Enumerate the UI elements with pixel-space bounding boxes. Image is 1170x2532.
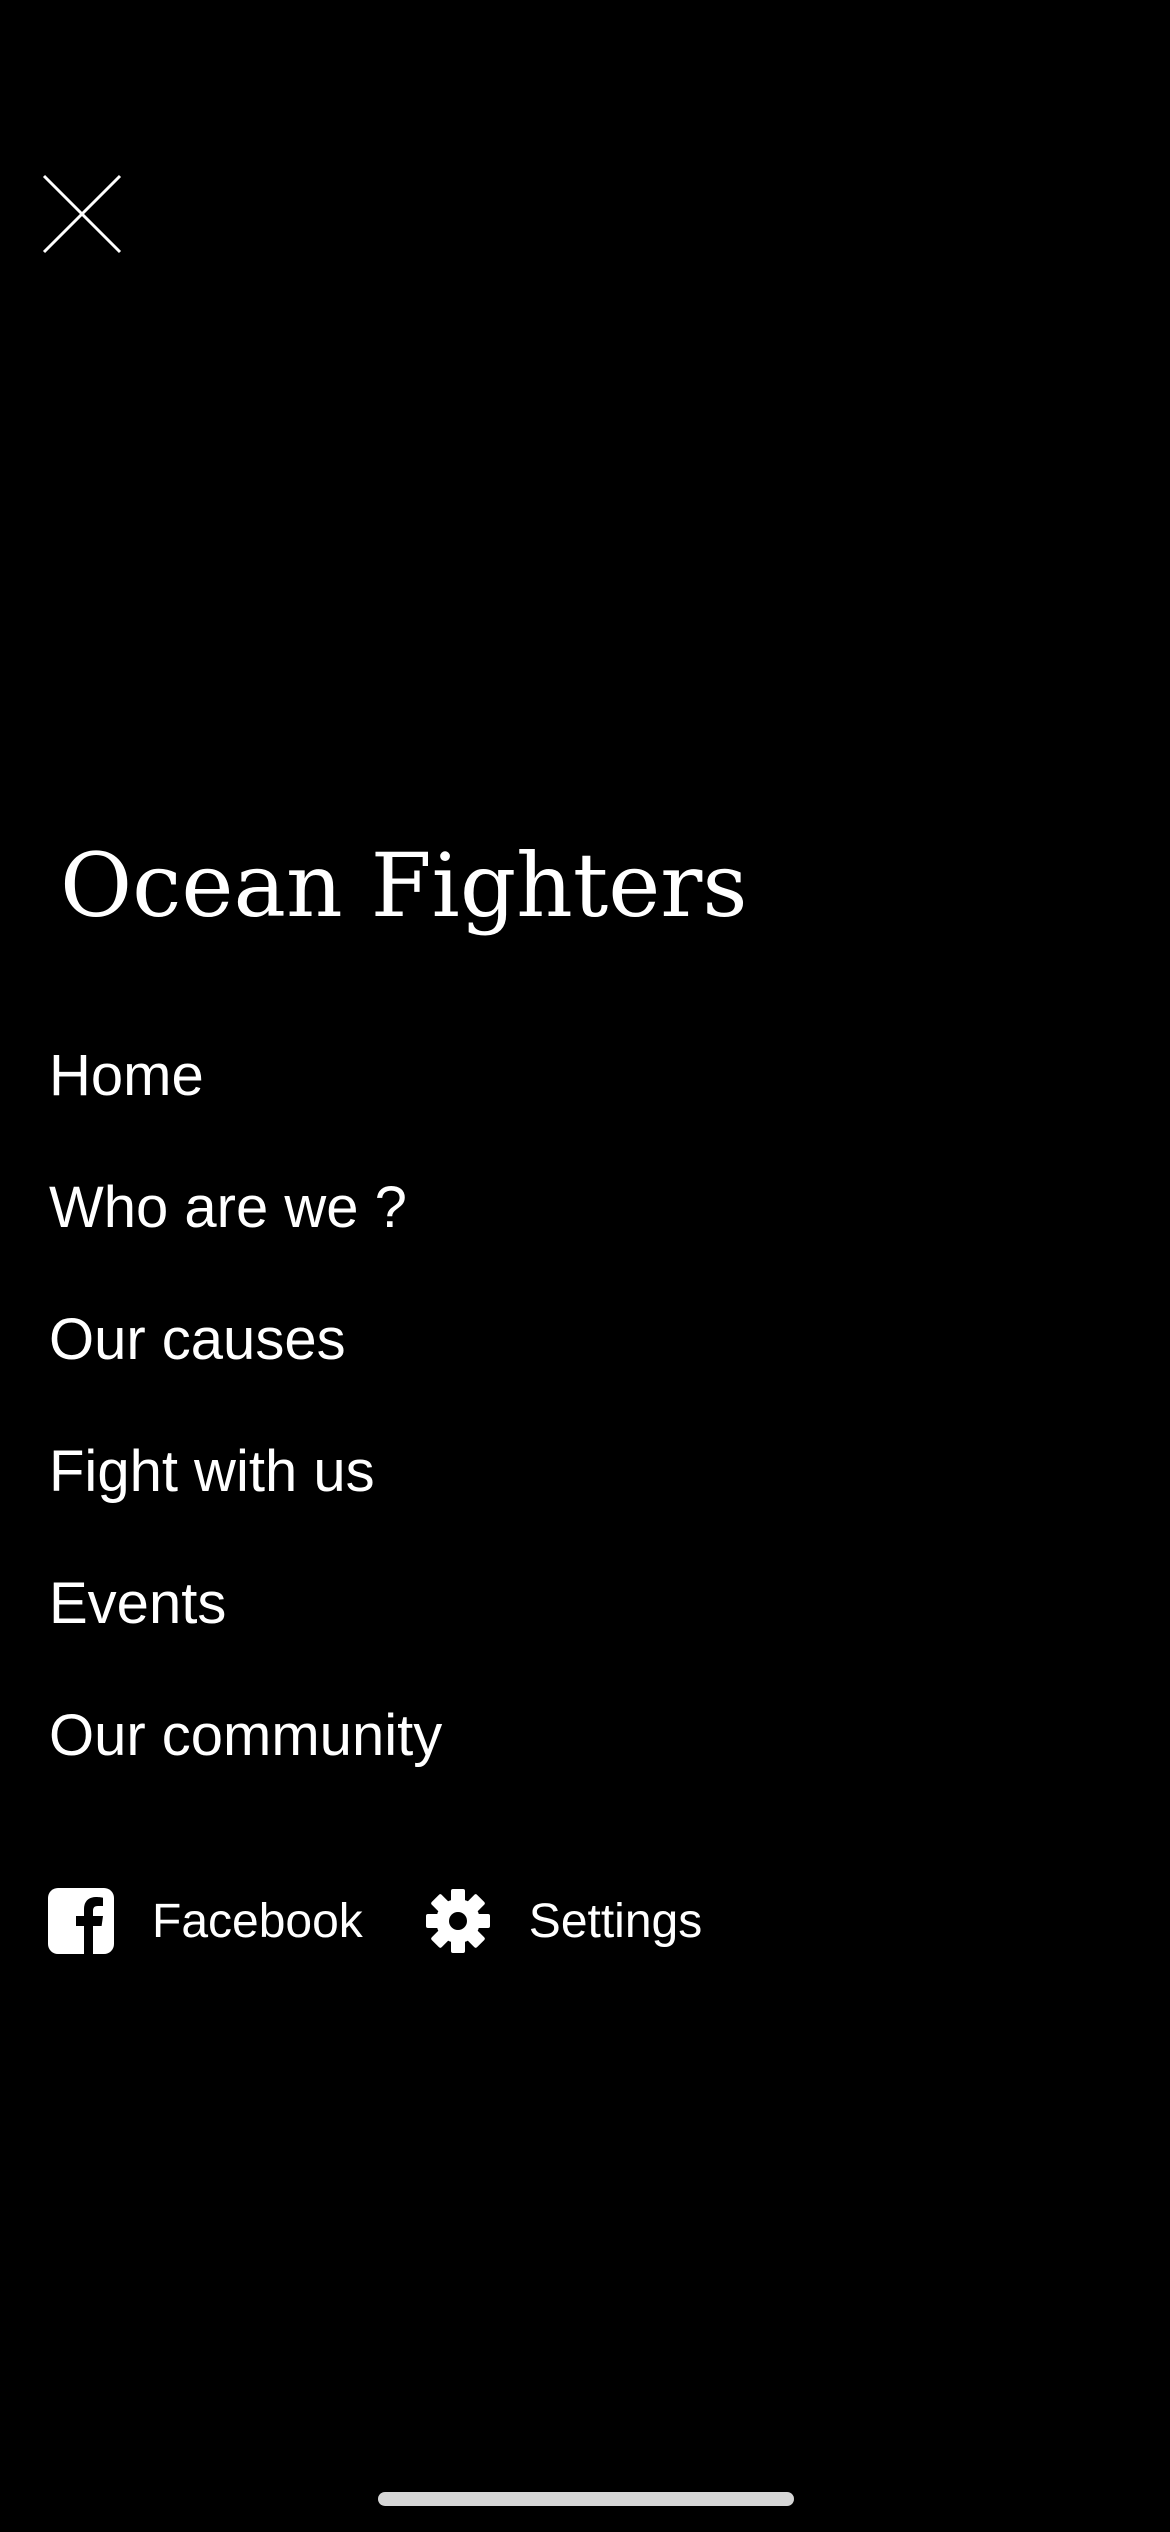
main-nav: Home Who are we ? Our causes Fight with …	[49, 1010, 442, 1802]
close-icon	[42, 174, 122, 254]
nav-item-our-causes[interactable]: Our causes	[49, 1274, 442, 1406]
footer-links: Facebook Settings	[48, 1888, 764, 1954]
close-button[interactable]	[40, 172, 124, 256]
nav-item-who-are-we[interactable]: Who are we ?	[49, 1142, 442, 1274]
nav-item-events[interactable]: Events	[49, 1538, 442, 1670]
facebook-label: Facebook	[152, 1894, 363, 1948]
nav-item-fight-with-us[interactable]: Fight with us	[49, 1406, 442, 1538]
settings-link[interactable]: Settings	[425, 1888, 702, 1954]
settings-label: Settings	[528, 1894, 703, 1948]
facebook-icon	[48, 1888, 114, 1954]
gear-icon	[425, 1889, 490, 1953]
home-indicator[interactable]	[378, 2492, 794, 2506]
nav-item-our-community[interactable]: Our community	[49, 1670, 442, 1802]
nav-item-home[interactable]: Home	[49, 1010, 442, 1142]
facebook-link[interactable]: Facebook	[48, 1888, 363, 1954]
brand-title: Ocean Fighters	[60, 834, 748, 937]
